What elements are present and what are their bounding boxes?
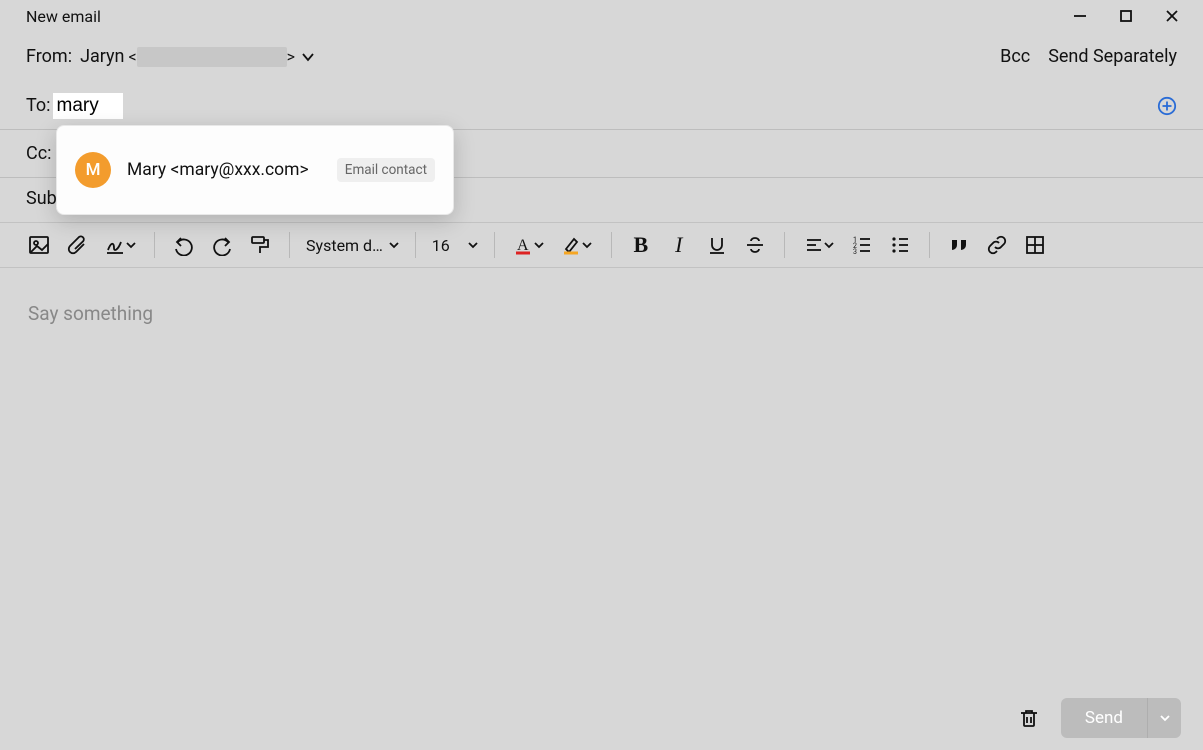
chevron-down-icon — [824, 240, 834, 250]
redo-icon — [211, 234, 233, 256]
undo-button[interactable] — [167, 228, 201, 262]
svg-text:A: A — [517, 237, 529, 254]
signature-icon — [104, 234, 126, 256]
autocomplete-item[interactable]: M Mary <mary@xxx.com> Email contact — [71, 146, 439, 194]
align-left-icon — [804, 235, 824, 255]
toolbar-separator — [784, 232, 785, 258]
email-body[interactable]: Say something — [0, 268, 1203, 359]
footer: Send — [0, 686, 1203, 750]
font-family-select[interactable]: System d… — [302, 236, 403, 255]
unordered-list-button[interactable] — [883, 228, 917, 262]
minimize-button[interactable] — [1057, 0, 1103, 32]
strikethrough-button[interactable] — [738, 228, 772, 262]
maximize-icon — [1119, 9, 1133, 23]
from-dropdown[interactable] — [301, 50, 315, 64]
underline-icon — [707, 235, 727, 255]
table-button[interactable] — [1018, 228, 1052, 262]
strikethrough-icon — [745, 235, 765, 255]
toolbar-separator — [494, 232, 495, 258]
discard-button[interactable] — [1015, 704, 1043, 732]
redo-button[interactable] — [205, 228, 239, 262]
autocomplete-text: Mary <mary@xxx.com> — [127, 160, 309, 180]
undo-icon — [173, 234, 195, 256]
toolbar-separator — [611, 232, 612, 258]
italic-button[interactable]: I — [662, 228, 696, 262]
insert-image-button[interactable] — [22, 228, 56, 262]
to-input[interactable] — [53, 93, 123, 119]
chevron-down-icon — [126, 240, 136, 250]
redacted-email — [137, 47, 287, 67]
quote-button[interactable] — [942, 228, 976, 262]
link-button[interactable] — [980, 228, 1014, 262]
ordered-list-button[interactable]: 123 — [845, 228, 879, 262]
highlight-button[interactable] — [555, 228, 599, 262]
attach-button[interactable] — [60, 228, 94, 262]
font-color-button[interactable]: A — [507, 228, 551, 262]
window-controls — [1057, 0, 1195, 32]
image-icon — [28, 234, 50, 256]
cc-label: Cc: — [26, 143, 52, 164]
underline-button[interactable] — [700, 228, 734, 262]
window-title: New email — [26, 7, 101, 26]
table-icon — [1024, 234, 1046, 256]
trash-icon — [1018, 707, 1040, 729]
font-color-icon: A — [514, 235, 534, 255]
bold-button[interactable]: B — [624, 228, 658, 262]
quote-icon — [948, 234, 970, 256]
align-button[interactable] — [797, 228, 841, 262]
body-placeholder: Say something — [28, 302, 153, 325]
from-label: From: — [26, 46, 72, 67]
toolbar-separator — [154, 232, 155, 258]
font-size-select[interactable]: 16 — [428, 236, 482, 255]
close-icon — [1165, 9, 1179, 23]
send-options-button[interactable] — [1147, 698, 1181, 738]
toolbar-separator — [929, 232, 930, 258]
to-label: To: — [26, 95, 51, 116]
font-size-value: 16 — [432, 236, 450, 255]
from-address[interactable]: < > — [129, 47, 296, 67]
minimize-icon — [1073, 9, 1087, 23]
highlight-icon — [562, 235, 582, 255]
svg-text:3: 3 — [853, 248, 857, 255]
avatar: M — [75, 152, 111, 188]
bcc-link[interactable]: Bcc — [1000, 46, 1030, 67]
titlebar: New email — [0, 0, 1203, 32]
chevron-down-icon — [1159, 712, 1171, 724]
send-button-group: Send — [1061, 698, 1181, 738]
link-icon — [986, 234, 1008, 256]
toolbar-separator — [289, 232, 290, 258]
maximize-button[interactable] — [1103, 0, 1149, 32]
chevron-down-icon — [301, 50, 315, 64]
signature-button[interactable] — [98, 228, 142, 262]
chevron-down-icon — [534, 240, 544, 250]
ordered-list-icon: 123 — [852, 235, 872, 255]
autocomplete-badge: Email contact — [337, 158, 435, 182]
font-family-value: System d… — [306, 236, 383, 255]
toolbar-separator — [415, 232, 416, 258]
unordered-list-icon — [890, 235, 910, 255]
from-row: From: Jaryn < > Bcc Send Separately — [0, 32, 1203, 82]
send-separately-link[interactable]: Send Separately — [1048, 46, 1177, 67]
chevron-down-icon — [389, 240, 399, 250]
add-recipient-button[interactable] — [1157, 96, 1177, 116]
plus-circle-icon — [1157, 96, 1177, 116]
send-button[interactable]: Send — [1061, 698, 1147, 738]
angle-close: > — [287, 47, 295, 66]
header-right-actions: Bcc Send Separately — [1000, 46, 1177, 67]
angle-open: < — [129, 47, 137, 66]
paperclip-icon — [66, 234, 88, 256]
to-row: To: — [0, 82, 1203, 130]
format-painter-button[interactable] — [243, 228, 277, 262]
format-toolbar: System d… 16 A B I 123 — [0, 222, 1203, 268]
format-painter-icon — [249, 234, 271, 256]
autocomplete-dropdown: M Mary <mary@xxx.com> Email contact — [56, 125, 454, 215]
from-name: Jaryn — [80, 46, 124, 67]
chevron-down-icon — [582, 240, 592, 250]
chevron-down-icon — [468, 240, 478, 250]
close-button[interactable] — [1149, 0, 1195, 32]
